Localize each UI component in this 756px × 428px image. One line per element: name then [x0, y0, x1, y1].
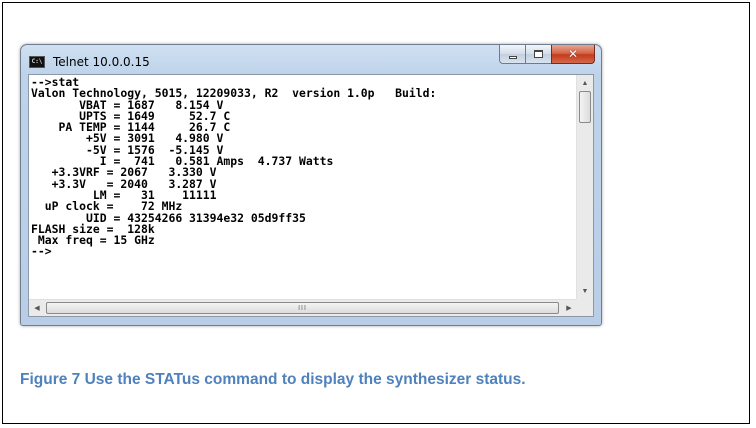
close-icon: ✕: [567, 47, 579, 61]
figure-caption: Figure 7 Use the STATus command to displ…: [20, 371, 526, 388]
scroll-up-icon[interactable]: ▲: [577, 75, 593, 91]
scroll-right-icon[interactable]: ▶: [561, 300, 577, 316]
grip-icon: III: [298, 304, 307, 312]
window-title: Telnet 10.0.0.15: [53, 55, 150, 69]
vertical-scrollbar[interactable]: ▲ ▼: [576, 75, 593, 299]
caption-buttons: ✕: [499, 45, 595, 65]
resize-grip[interactable]: [576, 299, 593, 316]
minimize-icon: [508, 55, 517, 59]
scroll-left-icon[interactable]: ◀: [29, 300, 45, 316]
maximize-icon: [534, 50, 543, 58]
telnet-window[interactable]: C:\ Telnet 10.0.0.15 ✕ -->stat Valon Tec…: [20, 44, 602, 326]
minimize-button[interactable]: [499, 45, 525, 64]
console-output[interactable]: -->stat Valon Technology, 5015, 12209033…: [29, 75, 577, 299]
horizontal-scroll-thumb[interactable]: III: [46, 302, 559, 314]
console-text: -->stat Valon Technology, 5015, 12209033…: [31, 76, 437, 259]
horizontal-scrollbar[interactable]: ◀ III ▶: [29, 299, 577, 316]
title-bar[interactable]: C:\ Telnet 10.0.0.15 ✕: [21, 45, 601, 73]
console-area[interactable]: -->stat Valon Technology, 5015, 12209033…: [28, 74, 594, 317]
scroll-down-icon[interactable]: ▼: [577, 283, 593, 299]
close-button[interactable]: ✕: [551, 45, 595, 64]
vertical-scroll-thumb[interactable]: [579, 91, 591, 123]
maximize-button[interactable]: [525, 45, 551, 64]
console-app-icon[interactable]: C:\: [29, 56, 45, 68]
